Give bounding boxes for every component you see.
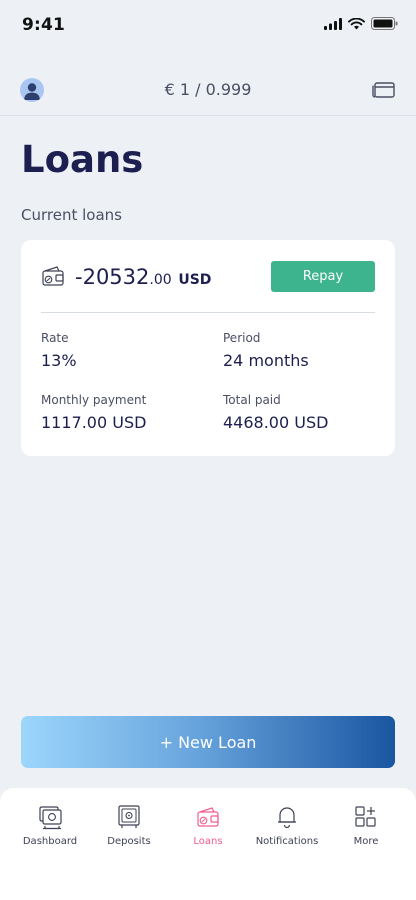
loans-screen: 9:41 € 1 / 0.999 Loans Current loans -20…	[0, 0, 416, 900]
page-title: Loans	[21, 138, 144, 181]
cards-icon[interactable]	[372, 80, 396, 100]
nav-label-deposits: Deposits	[107, 836, 151, 847]
top-bar: € 1 / 0.999	[0, 68, 416, 114]
total-paid-field: Total paid 4468.00 USD	[223, 393, 328, 432]
rate-value: 13%	[41, 351, 77, 370]
section-label: Current loans	[21, 206, 122, 224]
nav-label-notifications: Notifications	[255, 836, 319, 847]
nav-label-more: More	[353, 836, 379, 847]
nav-item-notifications[interactable]: Notifications	[247, 804, 327, 847]
battery-icon	[371, 17, 398, 30]
nav-item-more[interactable]: More	[326, 804, 406, 847]
rate-field: Rate 13%	[41, 331, 77, 370]
exchange-rate: € 1 / 0.999	[164, 80, 252, 99]
monthly-payment-field: Monthly payment 1117.00 USD	[41, 393, 146, 432]
monthly-payment-value: 1117.00 USD	[41, 413, 147, 432]
nav-item-deposits[interactable]: Deposits	[89, 804, 169, 847]
total-paid-label: Total paid	[223, 393, 281, 407]
status-bar: 9:41	[0, 0, 416, 50]
card-divider	[41, 312, 375, 313]
repay-button[interactable]: Repay	[271, 261, 375, 292]
nav-item-loans[interactable]: Loans	[168, 804, 248, 847]
bell-icon	[278, 807, 296, 829]
status-icons	[324, 17, 398, 30]
wifi-icon	[348, 17, 365, 29]
loan-amount-main: -20532	[75, 265, 150, 289]
rate-label: Rate	[41, 331, 69, 345]
safe-icon	[118, 805, 140, 828]
bottom-nav: Dashboard Deposits Loans Notifications M…	[0, 788, 416, 900]
grid-plus-icon	[355, 806, 376, 827]
nav-item-dashboard[interactable]: Dashboard	[10, 804, 90, 847]
loan-amount: -20532.00 USD	[75, 265, 211, 289]
period-label: Period	[223, 331, 261, 345]
header-divider	[0, 115, 416, 116]
wallet-icon	[42, 266, 64, 286]
dashboard-icon	[39, 806, 62, 830]
signal-icon	[324, 17, 342, 30]
period-field: Period 24 months	[223, 331, 309, 370]
wallet-icon	[197, 807, 219, 827]
total-paid-value: 4468.00 USD	[223, 413, 329, 432]
new-loan-button[interactable]: + New Loan	[21, 716, 395, 768]
nav-label-loans: Loans	[193, 836, 223, 847]
status-time: 9:41	[22, 15, 66, 35]
period-value: 24 months	[223, 351, 309, 370]
loan-card: -20532.00 USD Repay Rate 13% Period 24 m…	[21, 240, 395, 456]
monthly-payment-label: Monthly payment	[41, 393, 147, 407]
loan-amount-decimals: .00	[149, 272, 172, 288]
nav-label-dashboard: Dashboard	[22, 836, 78, 847]
loan-currency: USD	[178, 272, 212, 288]
